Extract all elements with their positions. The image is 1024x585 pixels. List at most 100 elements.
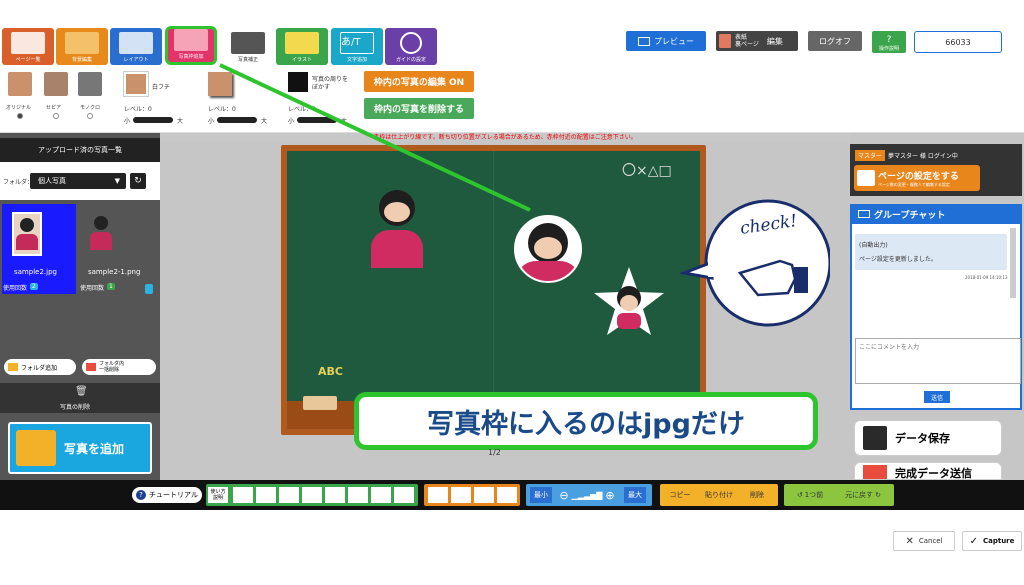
- guide-icon: [400, 32, 422, 54]
- cover-page-button[interactable]: 表紙 裏ページ 編集: [716, 31, 798, 51]
- top-bar: [0, 0, 1024, 28]
- capture-button[interactable]: ✓ Capture: [962, 531, 1022, 551]
- filter-original-label: オリジナル: [6, 105, 32, 111]
- code-field[interactable]: 66033: [914, 31, 1002, 53]
- eraser-icon: [303, 396, 337, 410]
- add-folder-button[interactable]: フォルダ追加: [4, 359, 76, 375]
- folder-plus-icon: [8, 363, 18, 371]
- page-setting-button[interactable]: ページの設定をする ページ数の変更・複数人で編集する設定: [854, 165, 980, 191]
- align-middle-icon[interactable]: [325, 487, 345, 503]
- trash-icon[interactable]: 🗑: [75, 386, 88, 397]
- photo-frame-circle[interactable]: [514, 215, 582, 283]
- layer-front-icon[interactable]: [428, 487, 448, 503]
- chat-scrollbar[interactable]: [1010, 228, 1016, 298]
- layer-backward-icon[interactable]: [474, 487, 494, 503]
- save-button[interactable]: データ保存: [854, 420, 1002, 456]
- help-circle-icon: ?: [136, 490, 147, 500]
- filter-original[interactable]: [8, 72, 32, 96]
- frame-icon: [174, 29, 208, 51]
- photo-count-label-1: 使用回数: [3, 285, 28, 292]
- chat-time: 2018-01-09 14:10:13: [965, 275, 1008, 280]
- distribute-v-icon[interactable]: [394, 487, 414, 503]
- help-button[interactable]: ? 操作説明: [872, 31, 906, 53]
- photo-delete-label: 写真の削除: [60, 404, 91, 411]
- folder-label: フォルダ：: [3, 179, 34, 186]
- delete-button[interactable]: 削除: [740, 487, 774, 503]
- photo-count-badge-1: 2: [30, 283, 38, 290]
- white-edge-thumb[interactable]: [123, 71, 149, 97]
- photo-stack-icon: [16, 430, 56, 466]
- monitor-icon: [638, 36, 650, 46]
- master-tag: マスター: [855, 150, 886, 161]
- radio-original[interactable]: [17, 113, 23, 119]
- close-icon: ✕: [905, 535, 914, 547]
- layout-icon: [119, 32, 153, 54]
- preview-button[interactable]: プレビュー: [626, 31, 706, 51]
- dropdown-triangle-icon: ▼: [114, 177, 120, 185]
- photo-thumb-1: [12, 212, 42, 256]
- left-panel-header: アップロード済の写真一覧: [0, 138, 160, 162]
- zoom-min-button[interactable]: 最小: [530, 487, 552, 503]
- align-top-icon[interactable]: [302, 487, 322, 503]
- level-slider-1[interactable]: [133, 117, 173, 123]
- copy-button[interactable]: コピー: [662, 487, 698, 503]
- annotation-arrow: [219, 63, 531, 212]
- illustration-icon: [285, 32, 319, 54]
- zoom-max-button[interactable]: 最大: [624, 487, 646, 503]
- filter-sepia[interactable]: [44, 72, 68, 96]
- add-photo-button[interactable]: 写真を追加: [8, 422, 152, 474]
- zoom-out-icon[interactable]: ⊖: [556, 487, 572, 503]
- tab-background[interactable]: 背景編集: [56, 28, 108, 65]
- chat-bubble-icon: [858, 210, 870, 218]
- layer-forward-icon[interactable]: [451, 487, 471, 503]
- tutorial-button[interactable]: ? チュートリアル: [132, 487, 202, 503]
- scroll-indicator[interactable]: [145, 284, 153, 294]
- folder-delete-button[interactable]: フォルダ内 一括削除: [82, 359, 156, 375]
- login-text: 夢マスター 様 ログイン中: [888, 153, 958, 160]
- photo-thumb-2[interactable]: [88, 214, 114, 258]
- distribute-h-icon[interactable]: [371, 487, 391, 503]
- chalk-shapes-text: 〇×△□: [622, 163, 672, 179]
- cancel-button[interactable]: ✕ Cancel: [893, 531, 955, 551]
- chat-message-text: ページ設定を更新しました。: [859, 256, 937, 263]
- zoom-level-indicator: ▁▂▃▅▇: [571, 490, 603, 500]
- layer-back-icon[interactable]: [497, 487, 517, 503]
- caption-overlay: 写真枠に入るのはjpgだけ: [354, 392, 818, 450]
- refresh-icon[interactable]: ↻: [130, 173, 146, 189]
- undo-icon: ↺: [796, 491, 803, 499]
- tab-layout[interactable]: レイアウト: [110, 28, 162, 65]
- zoom-in-icon[interactable]: ⊕: [602, 487, 618, 503]
- background-icon: [65, 32, 99, 54]
- comment-input[interactable]: [855, 338, 1021, 384]
- align-right-icon[interactable]: [279, 487, 299, 503]
- undo-button[interactable]: ↺ 1つ前: [788, 487, 832, 503]
- howto-button[interactable]: 使い方 説明: [208, 487, 228, 503]
- check-icon: ✓: [969, 535, 978, 547]
- check-speech-bubble: [680, 199, 830, 327]
- logoff-button[interactable]: ログオフ: [808, 31, 862, 51]
- align-center-h-icon[interactable]: [256, 487, 276, 503]
- send-button[interactable]: 送信: [924, 391, 950, 403]
- send-icon: [863, 465, 887, 479]
- photo-count-badge-2: 1: [107, 283, 115, 290]
- folder-select[interactable]: 個人写真 ▼: [30, 173, 126, 189]
- align-bottom-icon[interactable]: [348, 487, 368, 503]
- page-number: 1/2: [488, 448, 501, 457]
- level-label-1: レベル：0: [124, 106, 152, 113]
- footer: [0, 510, 1024, 585]
- complete-send-button[interactable]: 完成データ送信: [854, 462, 1002, 480]
- tab-page-list[interactable]: ページ一覧: [2, 28, 54, 65]
- filter-mono[interactable]: [78, 72, 102, 96]
- photo-frame-star[interactable]: [592, 265, 666, 339]
- redo-icon: ↻: [875, 491, 881, 499]
- floppy-icon: [863, 426, 887, 450]
- radio-mono[interactable]: [87, 113, 93, 119]
- filter-sepia-label: セピア: [46, 105, 62, 111]
- photo-correct-icon: [231, 32, 265, 54]
- chat-sender: (自動出力): [859, 242, 888, 249]
- paste-button[interactable]: 貼り付け: [700, 487, 738, 503]
- radio-sepia[interactable]: [53, 113, 59, 119]
- align-left-icon[interactable]: [233, 487, 253, 503]
- redo-button[interactable]: 元に戻す ↻: [836, 487, 890, 503]
- chat-header: グループチャット: [850, 204, 1022, 224]
